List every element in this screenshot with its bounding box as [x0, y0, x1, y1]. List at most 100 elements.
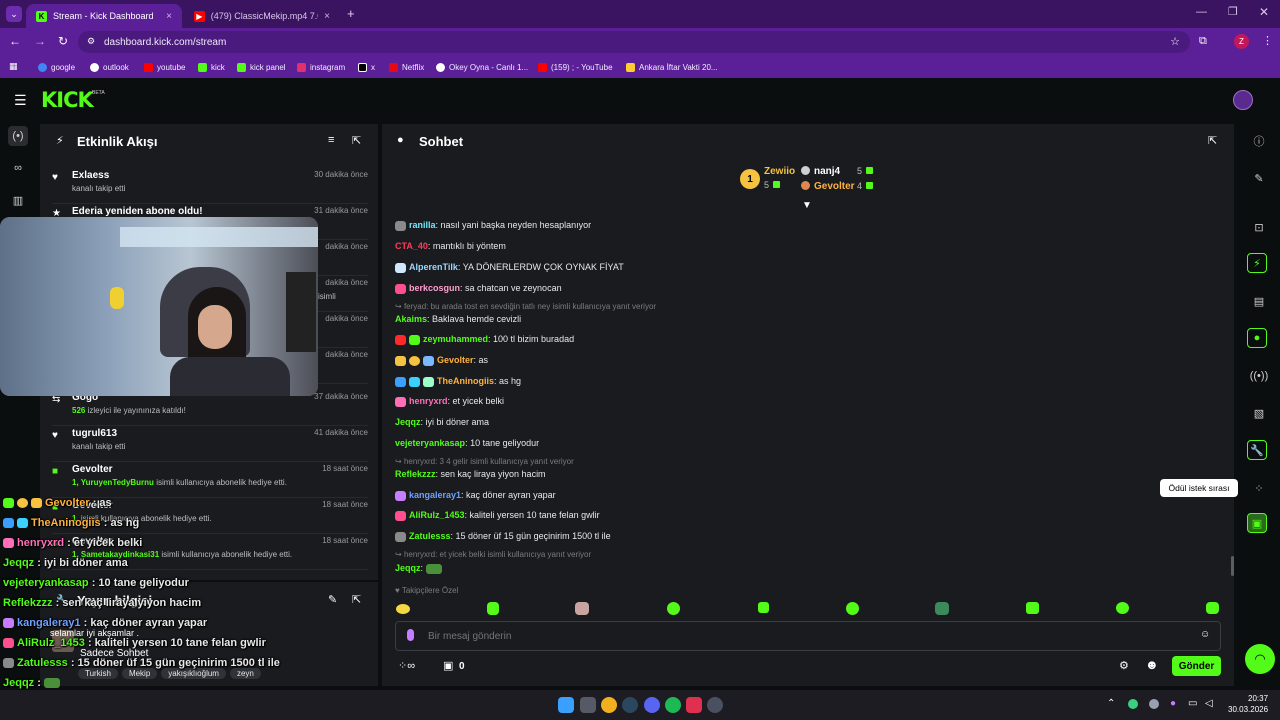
- apps-grid-icon[interactable]: ▦: [9, 61, 18, 72]
- stream-info-icon[interactable]: 🔧: [1247, 440, 1267, 460]
- emote-icon[interactable]: [758, 602, 769, 613]
- network-icon[interactable]: ▭: [1188, 698, 1197, 709]
- bookmark-okey[interactable]: Okey Oyna - Canlı 1...: [436, 60, 528, 74]
- emoji-icon[interactable]: ☺: [1200, 629, 1210, 640]
- chat-input[interactable]: ☺: [395, 621, 1221, 651]
- tray-chevron-icon[interactable]: ⌃: [1107, 698, 1115, 709]
- tab-youtube[interactable]: ▶ (479) ClassicMekip.mp4 7.0 kısa ×: [184, 4, 340, 28]
- windows-start-icon[interactable]: [558, 697, 574, 713]
- popout-icon[interactable]: ⇱: [1208, 134, 1217, 147]
- emote-icon[interactable]: [1206, 602, 1219, 614]
- leader-name[interactable]: nanj4: [814, 166, 840, 177]
- site-info-icon[interactable]: ⚙: [87, 36, 95, 47]
- chrome-icon[interactable]: [601, 697, 617, 713]
- bookmark-star-icon[interactable]: ☆: [1170, 35, 1180, 48]
- rewards-queue-icon[interactable]: ⁘: [1249, 478, 1269, 498]
- restore-window-icon[interactable]: ❐: [1228, 5, 1238, 18]
- bookmark-kick[interactable]: kick: [198, 60, 225, 74]
- bookmark-google[interactable]: google: [38, 60, 75, 74]
- lightning-icon: ⚡: [56, 135, 64, 147]
- okey-icon: [436, 62, 445, 72]
- emote-picker-icon[interactable]: ☻: [1145, 657, 1159, 672]
- collapse-leaderboard-icon[interactable]: ▼: [802, 200, 812, 211]
- analytics-icon[interactable]: ▥: [8, 190, 28, 210]
- close-tab-icon[interactable]: ×: [166, 11, 172, 22]
- tray-app-icon[interactable]: [1128, 699, 1138, 709]
- microphone-icon[interactable]: [407, 629, 414, 641]
- notes-icon[interactable]: ▤: [1249, 291, 1269, 311]
- close-tab-icon[interactable]: ×: [324, 11, 330, 22]
- task-view-icon[interactable]: [580, 697, 596, 713]
- bookmark-youtube[interactable]: youtube: [144, 60, 185, 74]
- gift-sub-icon[interactable]: ▣: [443, 659, 453, 672]
- kick-logo[interactable]: KICK: [41, 88, 94, 112]
- link-icon[interactable]: ∞: [8, 158, 28, 178]
- steam-icon[interactable]: [622, 697, 638, 713]
- extra-panel-icon[interactable]: ▣: [1247, 513, 1267, 533]
- camera-icon[interactable]: ⊡: [1249, 217, 1269, 237]
- minimize-window-icon[interactable]: —: [1196, 6, 1207, 18]
- bookmark-outlook[interactable]: outlook: [90, 60, 129, 74]
- clock-date[interactable]: 30.03.2026: [1228, 705, 1268, 714]
- emote-icon[interactable]: [667, 602, 680, 615]
- popout-icon[interactable]: ⇱: [352, 134, 361, 147]
- tab-search-button[interactable]: ⌄: [6, 6, 22, 22]
- forward-icon[interactable]: →: [34, 34, 46, 48]
- menu-icon[interactable]: ☰: [14, 92, 27, 109]
- chat-toggle-icon[interactable]: ●: [1247, 328, 1267, 348]
- bookmark-x[interactable]: x: [358, 60, 375, 74]
- microphone-tray-icon[interactable]: ●: [1170, 698, 1176, 709]
- close-window-icon[interactable]: ✕: [1259, 5, 1269, 19]
- settings-icon[interactable]: ⚙: [1119, 659, 1129, 672]
- profile-avatar[interactable]: Z: [1234, 34, 1249, 49]
- media-app-icon[interactable]: [686, 697, 702, 713]
- send-button[interactable]: Gönder: [1172, 656, 1221, 676]
- event-item[interactable]: ♥ tugrul613 kanalı takip etti 41 dakika …: [52, 426, 368, 462]
- tray-steam-icon[interactable]: [1149, 699, 1159, 709]
- back-icon[interactable]: ←: [9, 34, 21, 48]
- popout-icon[interactable]: ⇱: [352, 593, 361, 606]
- event-item[interactable]: ■ Gevolter 1, YuruyenTedyBurnu isimli ku…: [52, 462, 368, 498]
- channel-points-icon[interactable]: ⁘∞: [398, 659, 415, 672]
- event-item[interactable]: ♥ Exlaess kanalı takip etti 30 dakika ön…: [52, 168, 368, 204]
- steam-icon-2[interactable]: [707, 697, 723, 713]
- extensions-icon[interactable]: ⧉: [1199, 35, 1207, 48]
- bookmark-netflix[interactable]: Netflix: [389, 60, 424, 74]
- new-tab-icon[interactable]: +: [347, 6, 355, 21]
- emote-icon[interactable]: [575, 602, 589, 615]
- broadcast-icon[interactable]: ((•)): [1249, 366, 1269, 386]
- stream-icon[interactable]: (•): [8, 126, 28, 146]
- tab-kick-dashboard[interactable]: K Stream - Kick Dashboard ×: [26, 4, 182, 28]
- gift-icon: [773, 181, 780, 188]
- volume-icon[interactable]: ◁: [1205, 698, 1213, 709]
- edit-icon[interactable]: ✎: [328, 593, 337, 606]
- browser-menu-icon[interactable]: ⋮: [1262, 34, 1273, 47]
- clock-time[interactable]: 20:37: [1248, 694, 1268, 703]
- user-avatar[interactable]: [1233, 90, 1253, 110]
- emote-icon[interactable]: [935, 602, 949, 615]
- edit-icon[interactable]: ✎: [1249, 168, 1269, 188]
- moderation-icon[interactable]: ▧: [1249, 403, 1269, 423]
- filter-icon[interactable]: ≡: [328, 134, 334, 146]
- leader-name[interactable]: Zewiio: [764, 166, 795, 177]
- bookmark-instagram[interactable]: instagram: [297, 60, 345, 74]
- info-icon[interactable]: ⓘ: [1249, 131, 1269, 151]
- emote-icon[interactable]: [1026, 602, 1039, 614]
- bookmark-kick-panel[interactable]: kick panel: [237, 60, 286, 74]
- activity-feed-icon[interactable]: ⚡: [1247, 253, 1267, 273]
- bookmark-youtube-2[interactable]: (159) ; - YouTube: [538, 60, 613, 74]
- emote-icon[interactable]: [396, 604, 410, 614]
- url-bar[interactable]: ⚙ dashboard.kick.com/stream ☆: [78, 31, 1190, 53]
- spotify-icon[interactable]: [665, 697, 681, 713]
- emote-icon[interactable]: [846, 602, 859, 615]
- emote-icon[interactable]: [487, 602, 499, 615]
- message-input[interactable]: [428, 628, 1168, 644]
- discord-icon[interactable]: [644, 697, 660, 713]
- chat-panel: ● Sohbet ⇱ 1 Zewiio 5 nanj4 5 Gevolter 4…: [382, 124, 1234, 686]
- reload-icon[interactable]: ↻: [58, 34, 68, 48]
- chat-scrollbar[interactable]: [1231, 556, 1234, 576]
- leader-name[interactable]: Gevolter: [814, 181, 855, 192]
- support-button[interactable]: ◠: [1245, 644, 1275, 674]
- emote-icon[interactable]: [1116, 602, 1129, 614]
- bookmark-ankara[interactable]: Ankara İftar Vakti 20...: [626, 60, 718, 74]
